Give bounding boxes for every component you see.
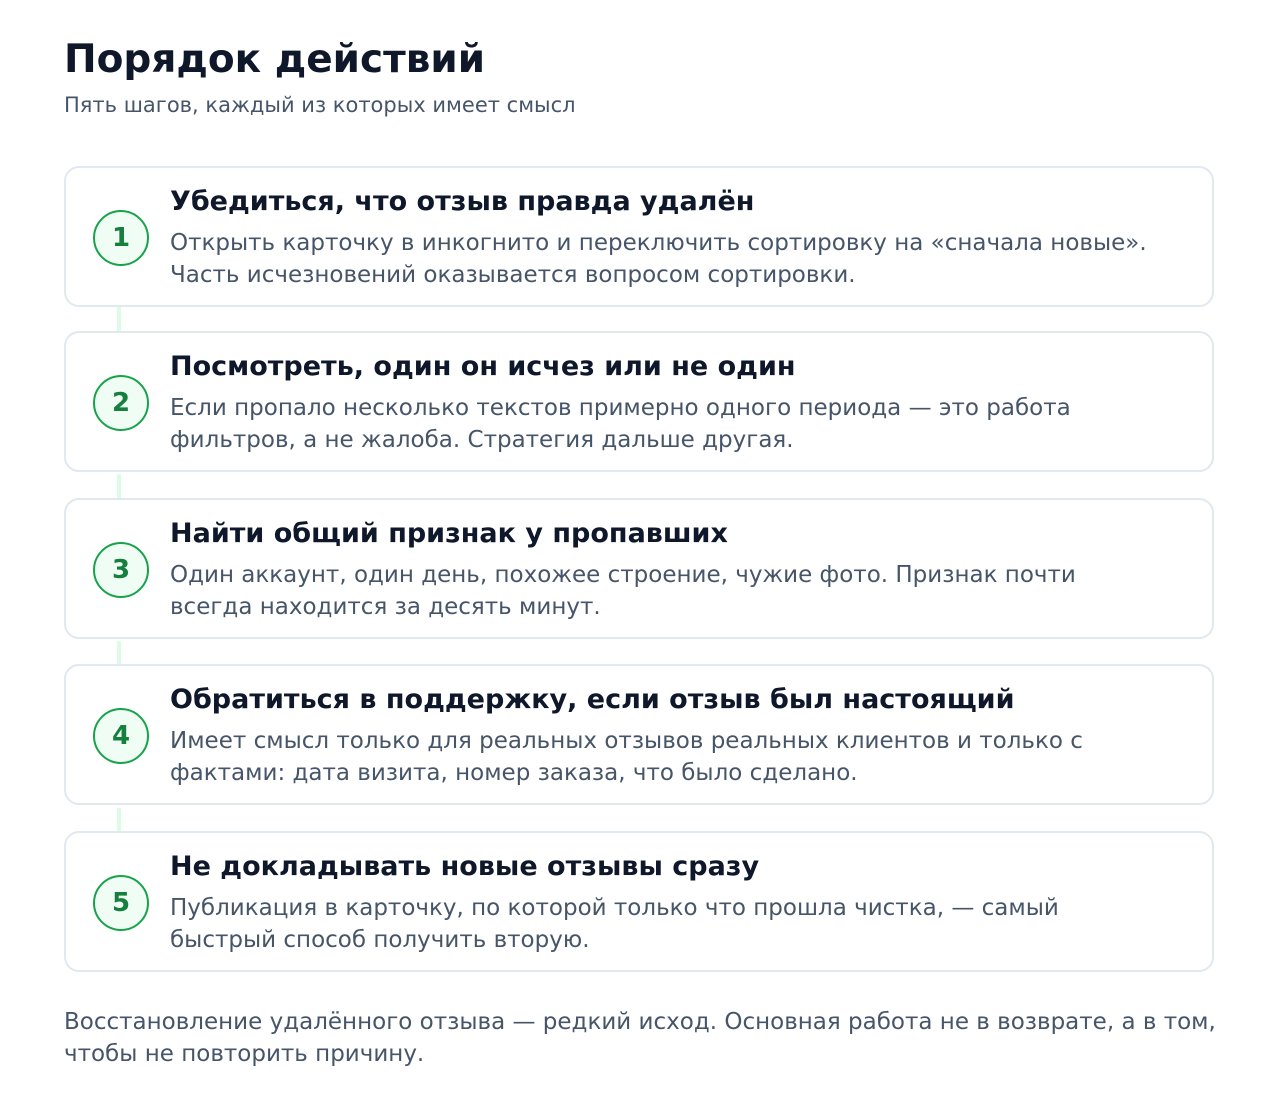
step-number-badge: 1	[93, 210, 149, 266]
step-description: Один аккаунт, один день, похожее строени…	[170, 562, 1076, 620]
step-title: Не докладывать новые отзывы сразу	[170, 851, 760, 882]
step-title: Обратиться в поддержку, если отзыв был н…	[170, 684, 1015, 715]
step-card-5: 5 Не докладывать новые отзывы сразу Публ…	[64, 831, 1214, 972]
step-title: Посмотреть, один он исчез или не один	[170, 351, 796, 382]
steps-list: 1 Убедиться, что отзыв правда удалён Отк…	[64, 166, 1216, 974]
step-number-badge: 4	[93, 708, 149, 764]
step-card-4: 4 Обратиться в поддержку, если отзыв был…	[64, 664, 1214, 805]
step-description: Имеет смысл только для реальных отзывов …	[170, 728, 1083, 786]
step-connector	[117, 808, 121, 832]
step-connector	[117, 474, 121, 498]
step-connector	[117, 641, 121, 665]
step-title: Найти общий признак у пропавших	[170, 518, 728, 549]
step-connector	[117, 307, 121, 331]
page-title: Порядок действий	[64, 37, 486, 82]
step-description: Если пропало несколько текстов примерно …	[170, 395, 1071, 453]
step-number-badge: 2	[93, 375, 149, 431]
step-card-1: 1 Убедиться, что отзыв правда удалён Отк…	[64, 166, 1214, 307]
step-number-badge: 5	[93, 875, 149, 931]
step-number-badge: 3	[93, 542, 149, 598]
step-title: Убедиться, что отзыв правда удалён	[170, 186, 755, 217]
footer-note: Восстановление удалённого отзыва — редки…	[64, 1009, 1216, 1067]
action-order-page: Порядок действий Пять шагов, каждый из к…	[0, 0, 1280, 1094]
step-description: Публикация в карточку, по которой только…	[170, 895, 1059, 953]
step-card-2: 2 Посмотреть, один он исчез или не один …	[64, 331, 1214, 472]
page-subtitle: Пять шагов, каждый из которых имеет смыс…	[64, 93, 576, 117]
step-card-3: 3 Найти общий признак у пропавших Один а…	[64, 498, 1214, 639]
step-description: Открыть карточку в инкогнито и переключи…	[170, 230, 1147, 288]
